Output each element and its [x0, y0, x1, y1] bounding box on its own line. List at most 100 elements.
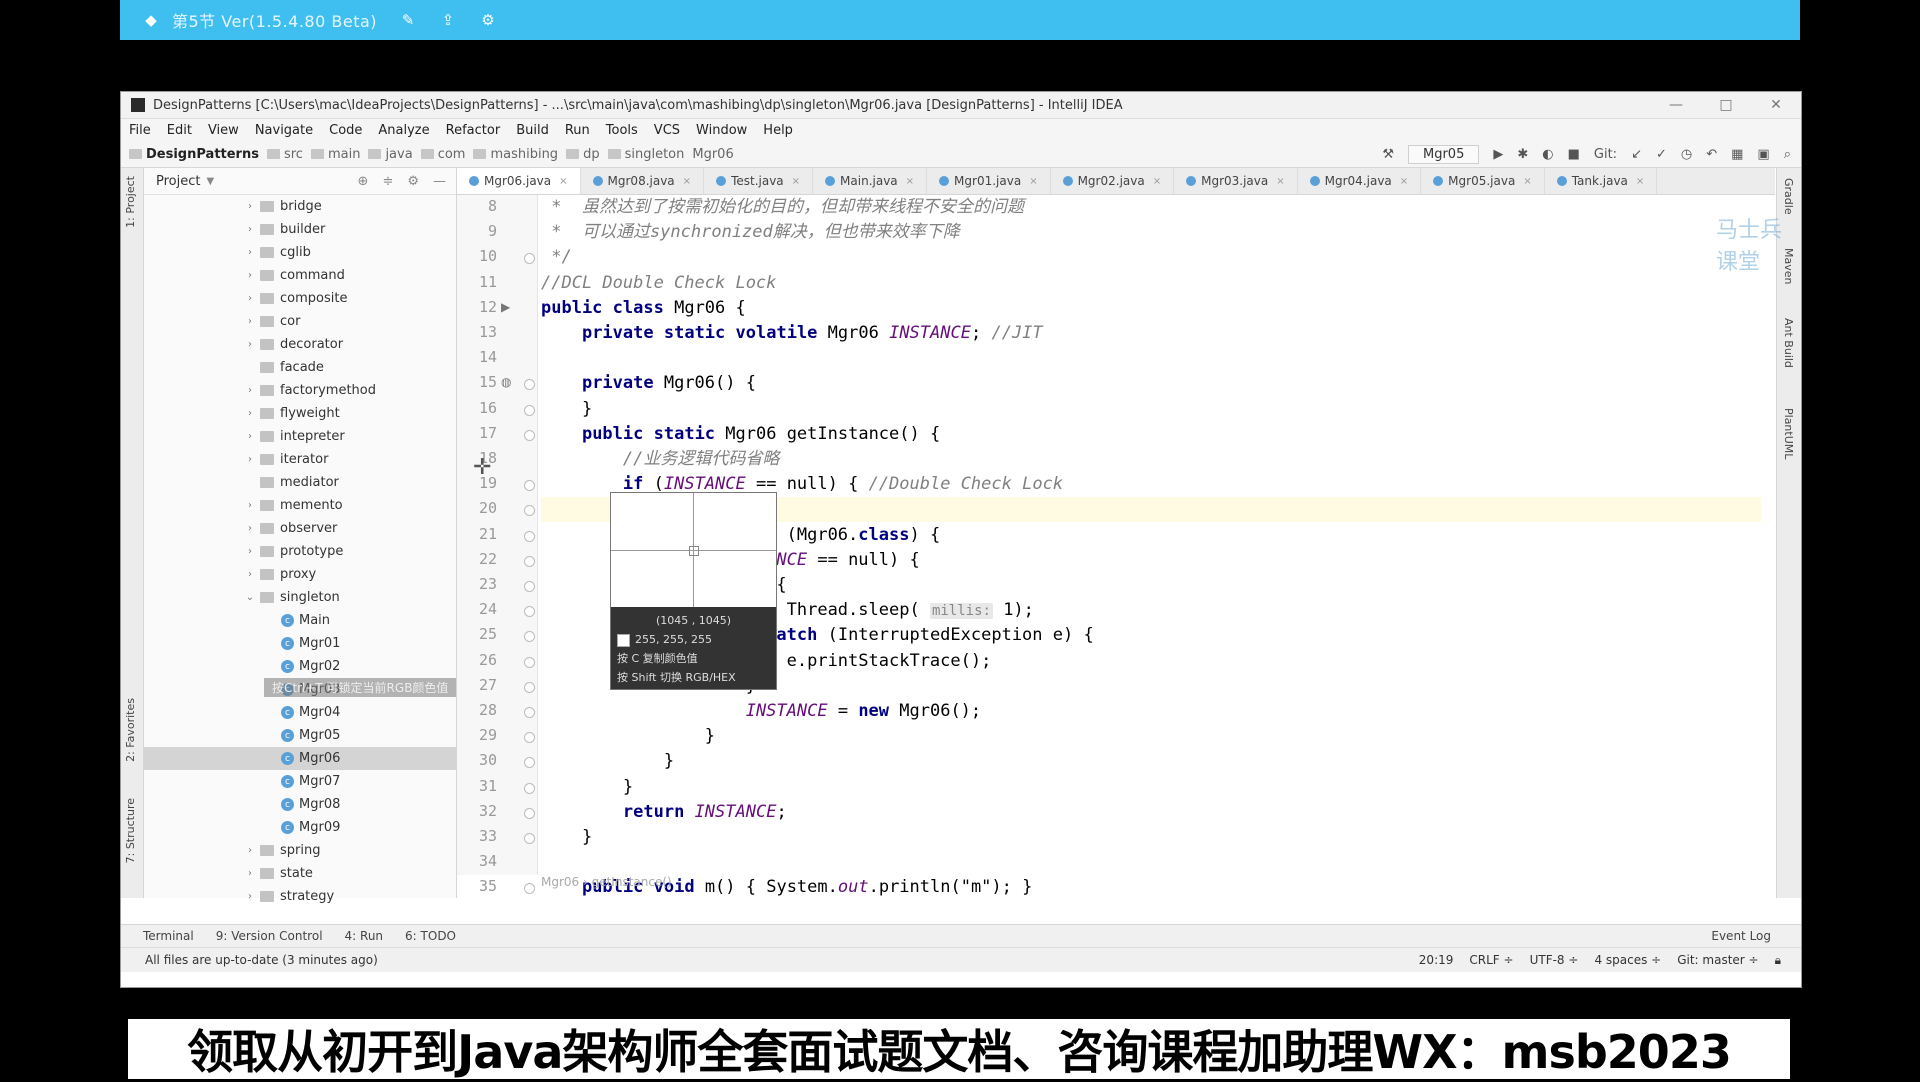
gear-icon[interactable]: ⚙	[407, 174, 419, 189]
chevron-right-icon[interactable]: ›	[244, 408, 256, 419]
close-icon[interactable]: ×	[559, 176, 567, 187]
tree-folder-item[interactable]: › memento	[144, 494, 456, 517]
run-config-select[interactable]: Mgr05	[1407, 144, 1480, 164]
close-icon[interactable]: ×	[1029, 176, 1037, 187]
chevron-down-icon[interactable]: ▼	[206, 176, 214, 187]
close-icon[interactable]: ×	[1400, 176, 1408, 187]
code-line[interactable]: private static volatile Mgr06 INSTANCE; …	[541, 321, 1043, 346]
fold-marker-icon[interactable]	[524, 555, 535, 567]
editor-tab[interactable]: Mgr04.java ×	[1298, 168, 1422, 194]
menu-run[interactable]: Run	[565, 123, 590, 138]
fold-marker-icon[interactable]	[524, 631, 535, 643]
breadcrumb-java[interactable]: java	[368, 147, 413, 162]
close-icon[interactable]: ×	[683, 176, 691, 187]
close-icon[interactable]: ×	[1153, 176, 1161, 187]
lock-icon[interactable]: 🔒︎	[1775, 953, 1781, 968]
fold-marker-icon[interactable]	[524, 656, 535, 668]
menu-vcs[interactable]: VCS	[654, 123, 680, 138]
tree-folder-item[interactable]: › bridge	[144, 195, 456, 218]
project-structure-icon[interactable]: ▦	[1731, 147, 1743, 162]
menu-file[interactable]: File	[129, 123, 151, 138]
breadcrumb-mashibing[interactable]: mashibing	[473, 147, 558, 162]
chevron-right-icon[interactable]: ›	[244, 201, 256, 212]
menu-window[interactable]: Window	[696, 123, 747, 138]
fold-marker-icon[interactable]	[524, 253, 535, 265]
chevron-right-icon[interactable]: ›	[244, 247, 256, 258]
chevron-right-icon[interactable]: ›	[244, 500, 256, 511]
run-gutter-icon[interactable]: ▶	[501, 300, 510, 314]
layout-icon[interactable]: ▣	[1757, 147, 1769, 162]
tree-class-item[interactable]: c Mgr09	[144, 816, 456, 839]
chevron-right-icon[interactable]: ›	[244, 569, 256, 580]
build-hammer-icon[interactable]: ⚒	[1382, 147, 1394, 162]
chevron-right-icon[interactable]: ›	[244, 891, 256, 902]
code-line[interactable]: }	[541, 825, 592, 850]
code-line[interactable]: private Mgr06() {	[541, 371, 756, 396]
chevron-right-icon[interactable]: ›	[244, 845, 256, 856]
menu-view[interactable]: View	[208, 123, 239, 138]
fold-marker-icon[interactable]	[524, 757, 535, 769]
tree-folder-item[interactable]: › state	[144, 862, 456, 885]
close-icon[interactable]: ×	[1276, 176, 1284, 187]
edit-icon[interactable]: ✎	[399, 11, 417, 29]
todo-tab[interactable]: 6: TODO	[405, 929, 456, 943]
close-icon[interactable]: ×	[1636, 176, 1644, 187]
chevron-right-icon[interactable]: ›	[244, 339, 256, 350]
code-line[interactable]: }	[541, 397, 592, 422]
chevron-right-icon[interactable]: ›	[244, 868, 256, 879]
tree-folder-item[interactable]: › command	[144, 264, 456, 287]
file-encoding[interactable]: UTF-8 ÷	[1530, 953, 1579, 968]
hide-icon[interactable]: —	[433, 174, 446, 189]
settings-icon[interactable]: ⚙	[479, 11, 497, 29]
chevron-right-icon[interactable]: ›	[244, 270, 256, 281]
chevron-right-icon[interactable]: ›	[244, 546, 256, 557]
terminal-tab[interactable]: Terminal	[143, 929, 194, 943]
code-line[interactable]: * 可以通过synchronized解决，但也带来效率下降	[541, 220, 960, 245]
recorder-logo-icon[interactable]: ◆	[142, 11, 160, 29]
tree-folder-item[interactable]: › prototype	[144, 540, 456, 563]
menu-tools[interactable]: Tools	[606, 123, 638, 138]
code-line[interactable]: INSTANCE = new Mgr06();	[541, 699, 981, 724]
git-update-icon[interactable]: ↙	[1631, 147, 1642, 162]
plantuml-tool-tab[interactable]: PlantUML	[1782, 408, 1795, 459]
breadcrumb-singleton[interactable]: singleton	[607, 147, 684, 162]
tree-folder-item[interactable]: › strategy	[144, 885, 456, 908]
chevron-right-icon[interactable]: ›	[244, 316, 256, 327]
fold-marker-icon[interactable]	[524, 404, 535, 416]
git-branch[interactable]: Git: master ÷	[1677, 953, 1758, 968]
debug-icon[interactable]: ✱	[1517, 147, 1528, 162]
caret-position[interactable]: 20:19	[1419, 953, 1454, 968]
editor-tab[interactable]: Mgr06.java ×	[457, 168, 581, 194]
tree-class-item[interactable]: c Mgr04	[144, 701, 456, 724]
tree-class-item[interactable]: c Mgr02	[144, 655, 456, 678]
tree-class-item[interactable]: c Mgr05	[144, 724, 456, 747]
chevron-down-icon[interactable]: ⌄	[244, 592, 256, 603]
fold-marker-icon[interactable]	[524, 883, 535, 895]
tree-folder-item[interactable]: › intepreter	[144, 425, 456, 448]
tree-folder-item[interactable]: › decorator	[144, 333, 456, 356]
minimize-button[interactable]: —	[1651, 97, 1701, 113]
chevron-right-icon[interactable]: ›	[244, 293, 256, 304]
revert-icon[interactable]: ↶	[1706, 147, 1717, 162]
tree-class-item[interactable]: c Mgr01	[144, 632, 456, 655]
tree-folder-item[interactable]: ⌄ singleton	[144, 586, 456, 609]
tree-folder-item[interactable]: mediator	[144, 471, 456, 494]
fold-marker-icon[interactable]	[524, 681, 535, 693]
chevron-right-icon[interactable]: ›	[244, 454, 256, 465]
history-icon[interactable]: ◷	[1681, 147, 1692, 162]
breadcrumb-dp[interactable]: dp	[566, 147, 600, 162]
editor-tab[interactable]: Mgr05.java ×	[1421, 168, 1545, 194]
code-line[interactable]: }	[541, 724, 715, 749]
tree-class-item[interactable]: c Mgr06	[144, 747, 456, 770]
tree-folder-item[interactable]: › cglib	[144, 241, 456, 264]
editor-tab[interactable]: Mgr01.java ×	[927, 168, 1051, 194]
menu-edit[interactable]: Edit	[167, 123, 192, 138]
fold-marker-icon[interactable]	[524, 530, 535, 542]
menu-build[interactable]: Build	[516, 123, 549, 138]
tree-folder-item[interactable]: › composite	[144, 287, 456, 310]
locate-icon[interactable]: ⊕	[358, 174, 369, 189]
fold-marker-icon[interactable]	[524, 782, 535, 794]
close-button[interactable]: ✕	[1751, 97, 1801, 113]
code-line[interactable]: public static Mgr06 getInstance() {	[541, 422, 940, 447]
fold-marker-icon[interactable]	[524, 379, 535, 391]
